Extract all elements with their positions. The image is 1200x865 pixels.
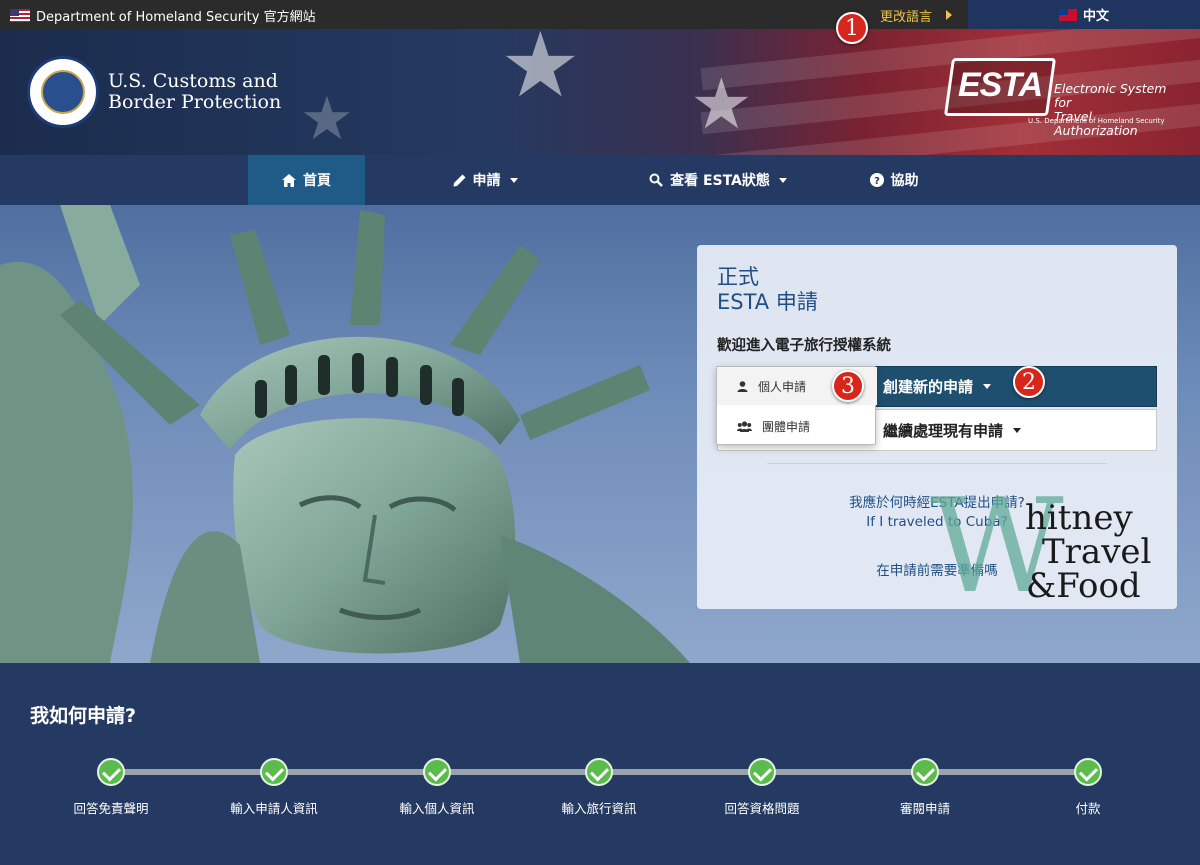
agency-title-line-1: U.S. Customs and (108, 70, 278, 92)
user-icon (737, 380, 748, 392)
step-label: 輸入申請人資訊 (230, 801, 318, 816)
step-label: 回答免責聲明 (73, 801, 149, 816)
step-item: 輸入旅行資訊 (524, 758, 674, 817)
divider (767, 463, 1107, 464)
top-bar: Department of Homeland Security 官方網站 更改語… (0, 0, 1200, 29)
continue-button-label: 繼續處理現有申請 (883, 421, 1004, 440)
star-icon: ★ (500, 29, 581, 118)
search-icon (649, 173, 663, 187)
check-icon (97, 758, 125, 786)
star-icon: ★ (690, 63, 753, 145)
step-item: 付款 (1013, 758, 1163, 817)
agency-label: Department of Homeland Security 官方網站 (36, 10, 316, 25)
caret-right-icon (946, 10, 952, 20)
step-item: 輸入申請人資訊 (199, 758, 349, 817)
help-icon: ? (869, 173, 884, 187)
check-icon (911, 758, 939, 786)
watermark-line-3: &Food (1026, 566, 1141, 606)
step-label: 輸入旅行資訊 (561, 801, 637, 816)
nav-item-check-status[interactable]: 查看 ESTA狀態 (640, 155, 796, 205)
step-label: 回答資格問題 (724, 801, 800, 816)
panel-title-line-2: ESTA 申請 (717, 290, 818, 314)
change-language-link[interactable]: 更改語言 (880, 6, 932, 25)
statue-of-liberty-image (0, 205, 690, 663)
current-language: 中文 (1082, 9, 1109, 24)
main-nav: 首頁 申請 查看 ESTA狀態 ? 協助 (0, 155, 1200, 205)
nav-item-home[interactable]: 首頁 (248, 155, 365, 205)
nav-label-home: 首頁 (303, 173, 331, 189)
steps-title: 我如何申請? (30, 705, 137, 727)
annotation-badge-2: 2 (1013, 366, 1045, 398)
step-label: 輸入個人資訊 (399, 801, 475, 816)
step-item: 審閱申請 (850, 758, 1000, 817)
annotation-badge-3: 3 (832, 370, 864, 402)
check-icon (748, 758, 776, 786)
group-application-option[interactable]: 團體申請 (717, 407, 877, 445)
welcome-text: 歡迎進入電子旅行授權系統 (717, 338, 891, 354)
check-icon (423, 758, 451, 786)
caret-down-icon (983, 384, 992, 389)
agency-title-line-2: Border Protection (108, 91, 282, 113)
users-icon (737, 420, 752, 432)
esta-logo-subtitle: U.S. Department of Homeland Security (1028, 117, 1165, 125)
svg-text:?: ? (874, 176, 880, 187)
step-item: 輸入個人資訊 (362, 758, 512, 817)
agency-label-group: Department of Homeland Security 官方網站 (10, 6, 316, 25)
pencil-icon (453, 174, 465, 186)
nav-label-check-status: 查看 ESTA狀態 (670, 173, 770, 189)
esta-logo-word: ESTA (958, 66, 1043, 104)
step-label: 付款 (1075, 801, 1101, 816)
agency-title[interactable]: U.S. Customs and Border Protection (108, 71, 281, 113)
check-icon (260, 758, 288, 786)
dhs-seal-logo[interactable] (27, 56, 99, 128)
language-selector[interactable]: 中文 (968, 0, 1200, 29)
home-icon (282, 173, 296, 187)
nav-label-apply: 申請 (472, 173, 501, 189)
watermark-line-2: Travel (1042, 532, 1152, 572)
watermark-logo: W hitney Travel &Food (930, 481, 1180, 613)
check-icon (1074, 758, 1102, 786)
caret-down-icon (509, 177, 518, 183)
caret-down-icon (778, 177, 787, 183)
caret-down-icon (1013, 427, 1022, 433)
us-flag-icon (10, 9, 30, 22)
step-item: 回答資格問題 (687, 758, 837, 817)
annotation-badge-1: 1 (836, 12, 868, 44)
step-item: 回答免責聲明 (36, 758, 186, 817)
nav-item-apply[interactable]: 申請 (430, 155, 540, 205)
panel-title-line-1: 正式 (717, 265, 759, 289)
esta-desc-line-1: Electronic System for (1054, 81, 1167, 110)
watermark-line-1: hitney (1025, 498, 1133, 538)
star-icon: ★ (300, 84, 354, 154)
taiwan-flag-icon (1058, 8, 1077, 21)
esta-logo-description: Electronic System for Travel Authorizati… (1054, 82, 1178, 138)
header-banner: ★ ★ ★ U.S. Customs and Border Protection… (0, 29, 1200, 155)
nav-item-help[interactable]: ? 協助 (852, 155, 936, 205)
panel-title: 正式 ESTA 申請 (717, 265, 818, 315)
create-button-label: 創建新的申請 (883, 378, 974, 396)
group-option-label: 團體申請 (762, 419, 811, 434)
esta-logo: ESTA Electronic System for Travel Author… (943, 56, 1178, 138)
step-label: 審閱申請 (899, 801, 950, 816)
check-icon (585, 758, 613, 786)
nav-label-help: 協助 (890, 173, 919, 189)
how-to-apply-section: 我如何申請? 回答免責聲明 輸入申請人資訊 輸入個人資訊 輸入旅行資訊 回答資格… (0, 663, 1200, 865)
individual-option-label: 個人申請 (758, 379, 807, 394)
